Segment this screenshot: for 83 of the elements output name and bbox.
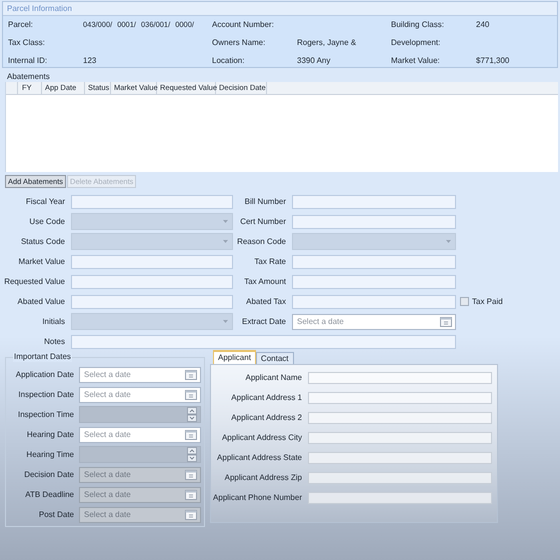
field-label: Development: [391, 37, 442, 49]
field-value: 240 [476, 19, 490, 31]
text-field[interactable] [292, 254, 456, 268]
text-field[interactable] [71, 334, 456, 348]
text-field[interactable] [308, 472, 492, 484]
date-placeholder: Select a date [84, 508, 132, 520]
field-label: Hearing Time [25, 448, 74, 460]
date-placeholder: Select a date [84, 368, 132, 380]
calendar-icon[interactable] [185, 369, 197, 380]
field-label: Internal ID: [8, 55, 48, 67]
field-label: Tax Rate [253, 256, 286, 268]
date-placeholder: Select a date [84, 468, 132, 480]
field-label: Requested Value [3, 276, 65, 288]
tab[interactable]: Applicant [213, 350, 256, 364]
field-label: Tax Amount [243, 276, 286, 288]
field-value: 3390 Any [297, 55, 330, 67]
field-label: Inspection Date [17, 388, 74, 400]
field-label: Applicant Address Zip [224, 472, 302, 484]
field-label: Tax Class: [8, 37, 46, 49]
tab[interactable]: Contact [256, 352, 294, 364]
field-label: Cert Number [239, 216, 286, 228]
text-field[interactable] [71, 294, 233, 308]
field-label: Status Code [20, 236, 65, 248]
dropdown-arrow-icon [223, 240, 228, 243]
text-field[interactable] [71, 274, 233, 288]
text-field[interactable] [292, 274, 456, 288]
field-label: Abated Tax [245, 296, 286, 308]
field-label: Hearing Date [26, 428, 74, 440]
field-label: Bill Number [244, 196, 286, 208]
field-label: Reason Code [236, 236, 286, 248]
field-label: Applicant Address State [216, 452, 302, 464]
field-label: Post Date [38, 508, 74, 520]
calendar-icon[interactable] [185, 429, 197, 440]
checkbox-label: Tax Paid [472, 296, 503, 308]
panel-title: Parcel Information [7, 2, 72, 14]
field-label: Parcel: [8, 19, 34, 31]
text-field[interactable] [308, 392, 492, 404]
calendar-icon[interactable] [440, 316, 452, 327]
field-value: $771,300 [476, 55, 510, 67]
field-label: Application Date [14, 368, 74, 380]
field-label: Decision Date [23, 468, 74, 480]
dropdown-arrow-icon [446, 240, 451, 243]
field-label: Market Value: [391, 55, 441, 67]
field-label: Notes [43, 336, 65, 348]
text-field[interactable] [292, 294, 456, 308]
calendar-icon[interactable] [185, 389, 197, 400]
field-label: ATB Deadline [24, 488, 74, 500]
field-label: Use Code [28, 216, 65, 228]
field-value: 123 [83, 55, 96, 67]
text-field[interactable] [308, 492, 492, 504]
checkbox[interactable] [460, 297, 469, 306]
date-placeholder: Select a date [84, 428, 132, 440]
field-label: Applicant Address City [220, 432, 302, 444]
group-title: Important Dates [13, 352, 72, 362]
field-label: Fiscal Year [24, 196, 65, 208]
field-label: Applicant Phone Number [212, 492, 302, 504]
field-label: Account Number: [212, 19, 275, 31]
dropdown-arrow-icon [223, 220, 228, 223]
field-label: Applicant Name [244, 372, 302, 384]
text-field[interactable] [292, 194, 456, 208]
field-label: Applicant Address 2 [230, 412, 302, 424]
field-label: Initials [41, 316, 65, 328]
date-placeholder: Select a date [84, 388, 132, 400]
text-field[interactable] [308, 452, 492, 464]
text-field[interactable] [308, 372, 492, 384]
field-value: Rogers, Jayne & [297, 37, 356, 49]
field-label: Owners Name: [212, 37, 266, 49]
group-title: Abatements [6, 72, 51, 82]
field-label: Inspection Time [16, 408, 74, 420]
field-label: Extract Date [240, 316, 286, 328]
field-label: Abated Value [16, 296, 65, 308]
text-field[interactable] [308, 432, 492, 444]
date-placeholder: Select a date [297, 316, 345, 328]
field-label: Building Class: [391, 19, 445, 31]
text-field[interactable] [71, 194, 233, 208]
field-label: Market Value [17, 256, 65, 268]
field-label: Location: [212, 55, 246, 67]
text-field[interactable] [308, 412, 492, 424]
text-field[interactable] [71, 254, 233, 268]
date-placeholder: Select a date [84, 488, 132, 500]
text-field[interactable] [292, 214, 456, 228]
dropdown-arrow-icon [223, 320, 228, 323]
field-label: Applicant Address 1 [230, 392, 302, 404]
